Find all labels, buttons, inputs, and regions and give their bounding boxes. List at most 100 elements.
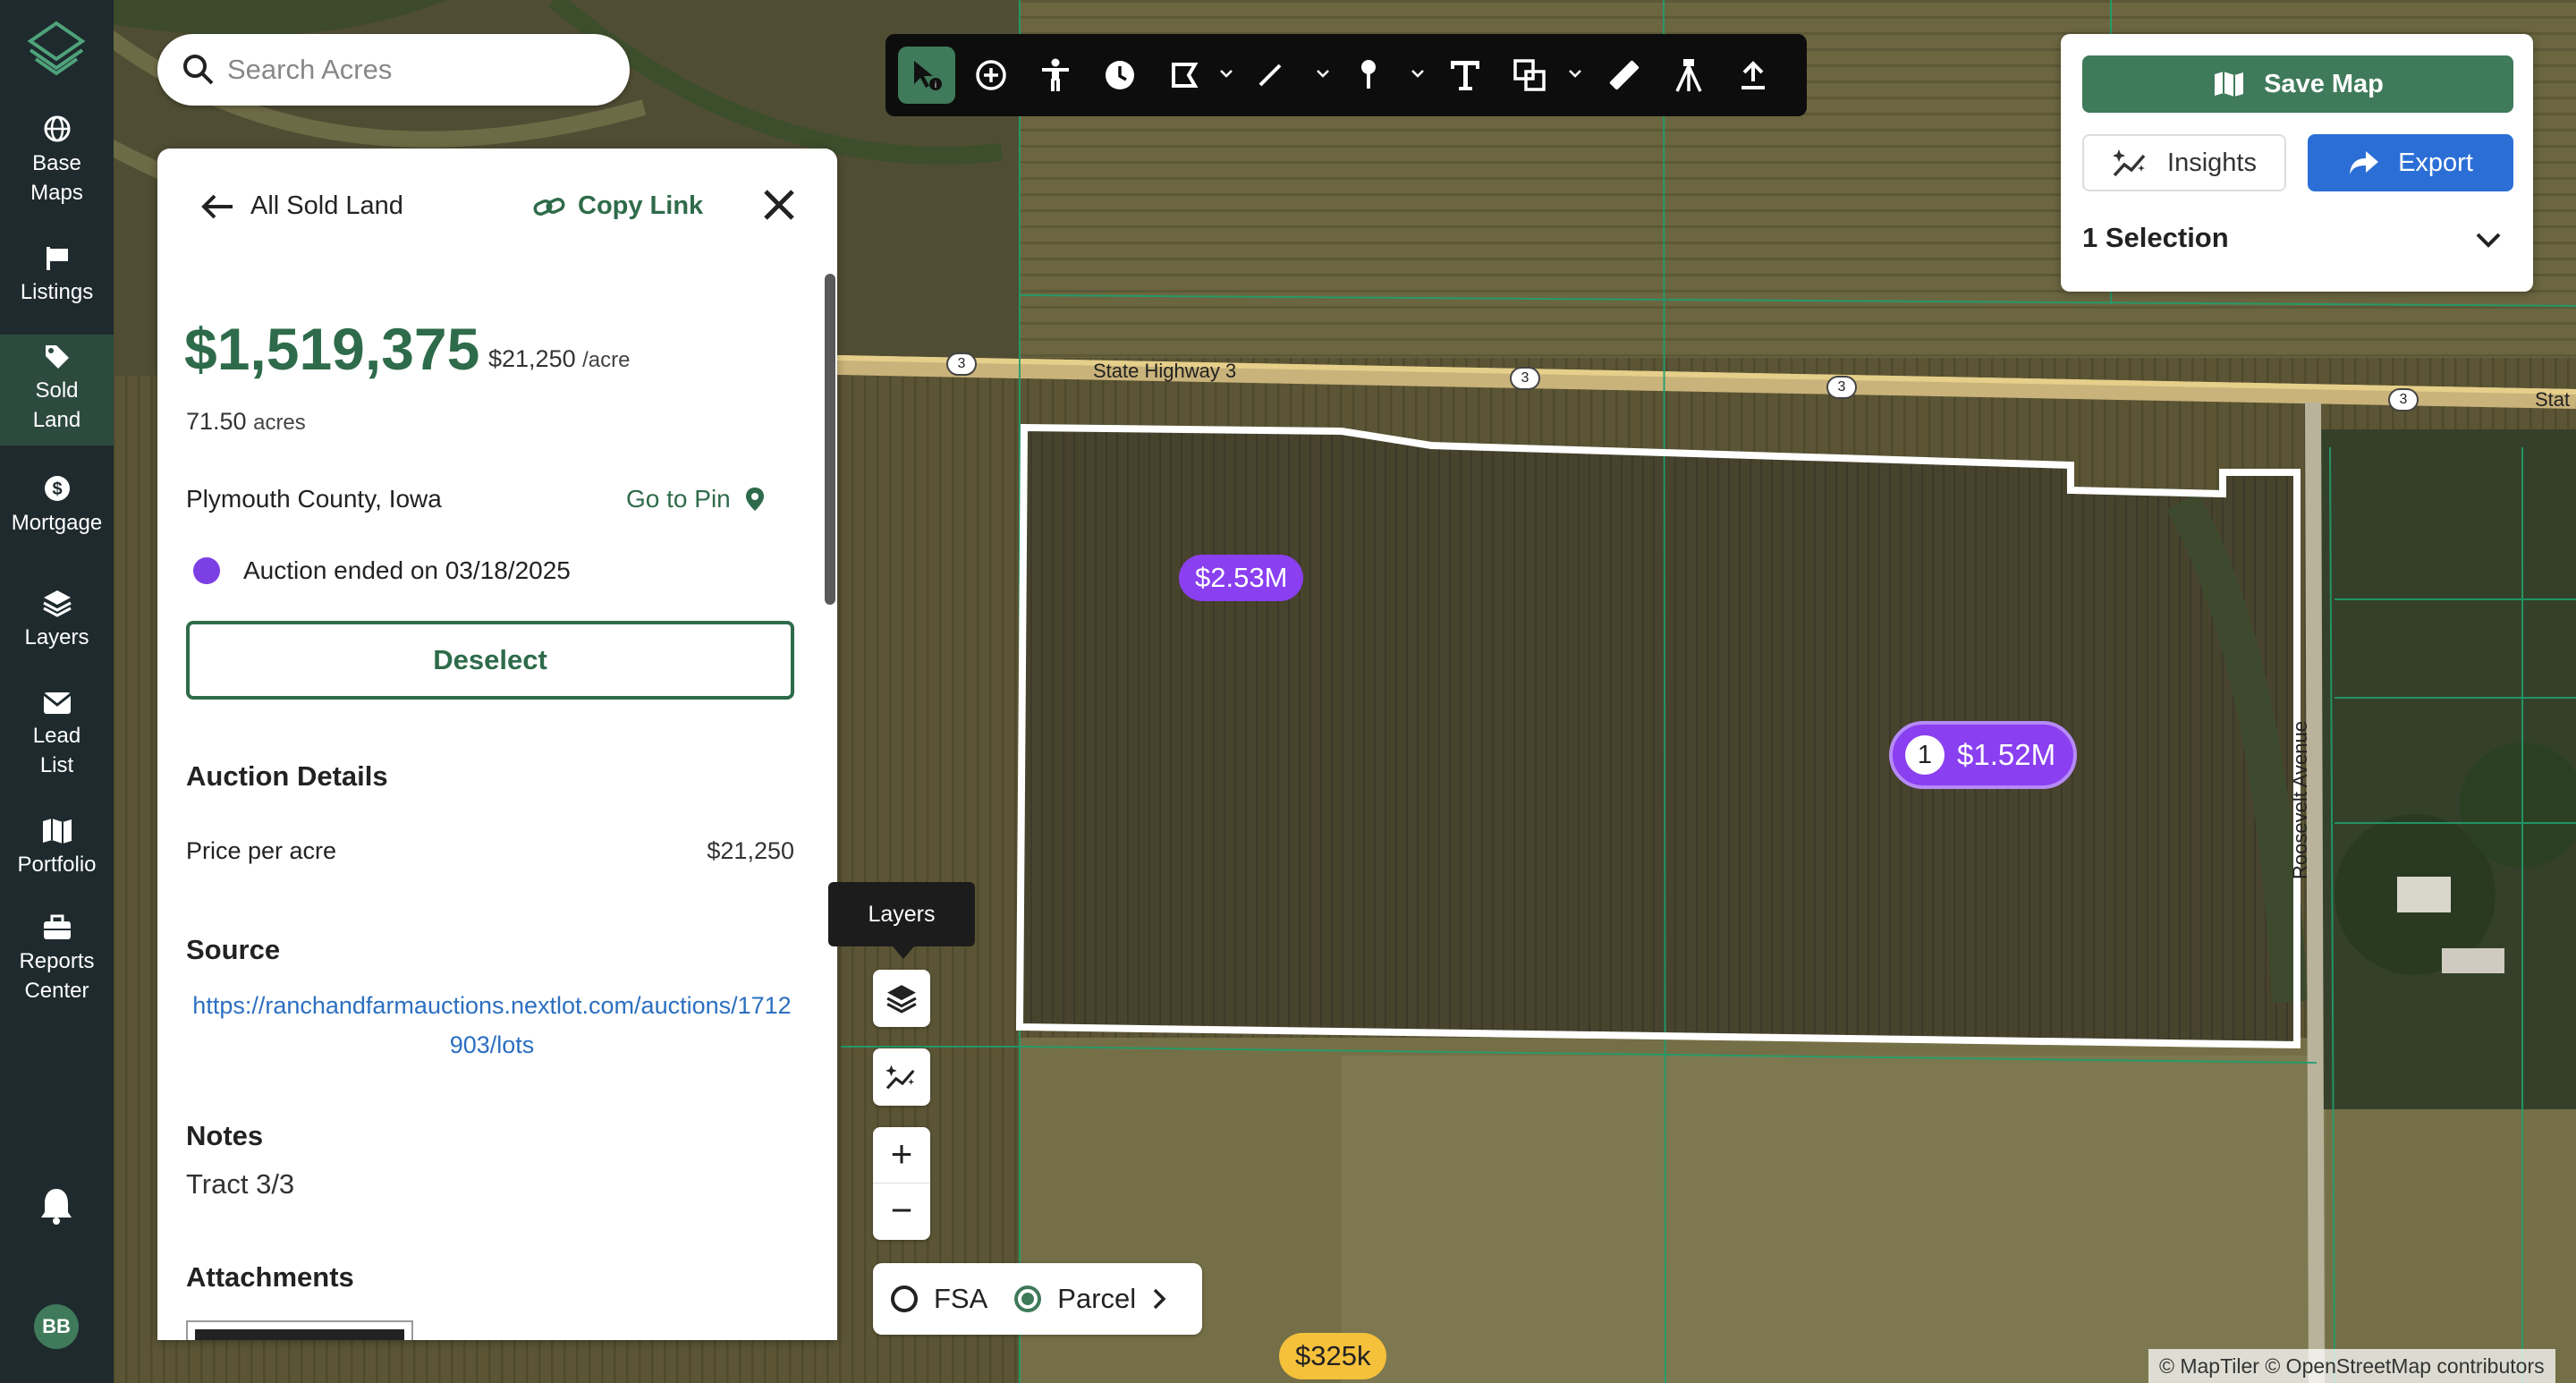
highway-label: State Highway 3 [1093,360,1237,382]
notes-heading: Notes [186,1120,264,1151]
price-pin[interactable]: $2.53M [1179,555,1304,601]
person-icon [1042,58,1069,91]
map-pin-icon [745,488,764,511]
source-link[interactable]: https://ranchandfarmauctions.nextlot.com… [188,986,796,1065]
shape-tool[interactable] [1501,47,1558,104]
left-rail: Base Maps Listings Sold Land $ Mortgage … [0,0,114,1383]
chevron-down-icon[interactable] [1218,68,1234,79]
upload-tool[interactable] [1724,47,1782,104]
layers-button[interactable] [873,970,930,1027]
route-shield: 3 [1510,367,1540,390]
selection-dropdown[interactable]: 1 Selection [2082,222,2513,267]
briefcase-icon [43,914,71,939]
radio-fsa[interactable] [891,1285,918,1312]
close-icon[interactable] [762,188,796,222]
svg-text:i: i [935,81,936,90]
rail-label: List [39,753,74,777]
chevron-down-icon[interactable] [1410,68,1426,79]
polygon-tool[interactable] [1156,47,1213,104]
rail-item-base-maps[interactable]: Base Maps [0,115,114,213]
share-arrow-icon [2350,151,2379,174]
radio-parcel-label[interactable]: Parcel [1057,1283,1136,1315]
chevron-right-icon[interactable] [1150,1286,1168,1311]
rail-item-mortgage[interactable]: $ Mortgage [0,474,114,546]
line-tool[interactable] [1241,47,1299,104]
measure-tool[interactable] [1596,47,1653,104]
add-tool[interactable] [962,47,1020,104]
acreage: 71.50 acres [186,408,306,436]
drawing-toolbar: i [886,34,1807,116]
rail-item-lead-list[interactable]: Lead List [0,691,114,789]
history-tool[interactable] [1091,47,1148,104]
avatar[interactable]: BB [34,1304,79,1349]
route-shield: 3 [946,352,977,376]
selected-price-value: $1.52M [1957,738,2056,771]
search-input[interactable] [227,52,603,88]
go-to-pin-button[interactable]: Go to Pin [626,485,767,513]
zoom-in-button[interactable]: + [873,1127,930,1184]
search-icon [183,55,214,85]
price-per-acre-label: Price per acre [186,837,337,864]
rail-item-reports-center[interactable]: Reports Center [0,914,114,1013]
selected-price-pin[interactable]: 1 $1.52M [1889,721,2078,789]
survey-tool[interactable] [1660,47,1717,104]
accessibility-tool[interactable] [1027,47,1084,104]
app-logo-icon[interactable] [27,20,86,79]
save-map-button[interactable]: Save Map [2082,55,2513,113]
price-pin-listing[interactable]: $325k [1279,1333,1387,1379]
sparkle-chart-icon [2113,149,2146,177]
rail-item-layers[interactable]: Layers [0,589,114,660]
rail-label: Mortgage [11,511,103,535]
route-shield: 3 [2388,388,2419,412]
globe-icon [44,115,70,142]
text-tool[interactable] [1436,47,1494,104]
price-per-acre-summary: $21,250 /acre [488,345,630,373]
select-tool[interactable]: i [898,47,955,104]
copy-link-button[interactable]: Copy Link [533,191,703,221]
cursor-info-icon: i [914,61,942,90]
rail-label: Reports [19,949,95,973]
layers-icon [42,590,72,617]
bell-icon[interactable] [38,1185,75,1225]
layers-icon [886,985,917,1014]
map-icon [2215,72,2244,97]
avenue-label: Roosevelt Avenue [2289,721,2311,879]
selection-label: 1 Selection [2082,222,2229,253]
chevron-down-icon[interactable] [1567,68,1583,79]
plus-circle-icon [976,60,1006,90]
chevron-down-icon[interactable] [1315,68,1331,79]
radio-parcel[interactable] [1014,1285,1042,1312]
sold-land-detail-panel: All Sold Land Copy Link $1,519,375 $21,2… [157,148,837,1340]
selection-number: 1 [1905,735,1945,775]
map-attribution[interactable]: © MapTiler © OpenStreetMap contributors [2148,1349,2555,1383]
insights-map-button[interactable] [873,1048,930,1106]
rail-item-listings[interactable]: Listings [0,243,114,315]
clock-icon [1106,61,1134,89]
mail-icon [42,692,72,714]
rail-label: Maps [30,181,83,205]
insights-button[interactable]: Insights [2082,134,2286,191]
acres-value: 71.50 [186,408,247,435]
pin-tool[interactable] [1340,47,1397,104]
search-bar[interactable] [157,34,630,106]
link-icon [533,197,565,216]
radio-fsa-label[interactable]: FSA [934,1283,987,1315]
deselect-button[interactable]: Deselect [186,621,794,700]
rail-item-portfolio[interactable]: Portfolio [0,818,114,889]
boundary-layer-toggle: FSA Parcel [873,1263,1202,1335]
ruler-icon [1609,60,1640,90]
scrollbar[interactable] [825,274,835,605]
price-per-acre-detail: $21,250 [707,837,794,864]
attachment-thumbnail[interactable] [186,1320,413,1340]
rail-label: Layers [24,625,89,649]
back-to-all-sold-land[interactable]: All Sold Land [200,191,403,221]
attachments-heading: Attachments [186,1261,354,1293]
auction-status: Auction ended on 03/18/2025 [193,556,571,585]
zoom-out-button[interactable]: − [873,1184,930,1240]
acres-unit: acres [253,411,306,435]
rail-label: Land [32,408,81,432]
rail-item-sold-land[interactable]: Sold Land [0,335,114,445]
export-button[interactable]: Export [2308,134,2513,191]
back-label: All Sold Land [250,191,403,220]
rail-label: Base [32,151,81,175]
